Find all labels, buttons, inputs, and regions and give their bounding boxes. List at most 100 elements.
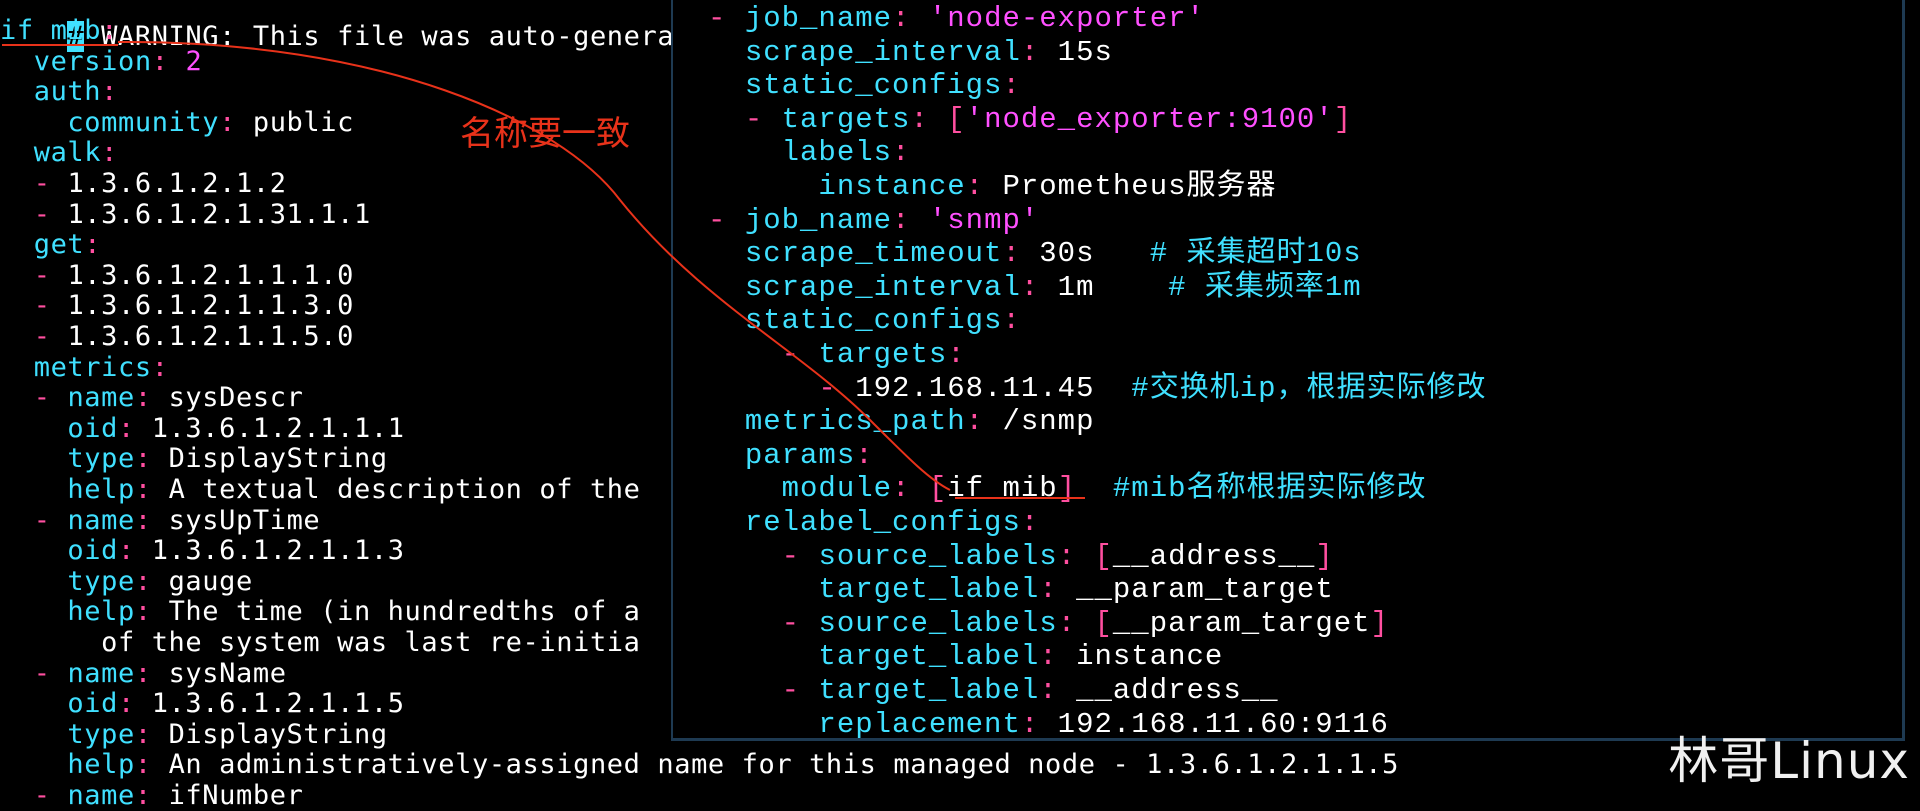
colon: : — [134, 443, 152, 475]
code-line[interactable]: relabel_configs: — [708, 506, 1039, 540]
yaml-key: target_label — [818, 674, 1040, 707]
colon: : — [892, 203, 911, 237]
yaml-value: sysName — [168, 657, 287, 689]
yaml-value: 1.3.6.1.2.1.2 — [67, 168, 287, 199]
code-line[interactable]: if_mib: — [0, 16, 118, 46]
colon: : — [134, 718, 152, 750]
code-line[interactable]: target_label: __param_target — [708, 573, 1334, 607]
colon: : — [1002, 69, 1021, 103]
code-line[interactable]: get: — [0, 230, 101, 260]
code-line[interactable]: - source_labels: [__address__] — [708, 540, 1334, 574]
code-line[interactable]: - 1.3.6.1.2.1.1.5.0 — [0, 322, 354, 352]
yaml-key: name — [67, 780, 135, 811]
yaml-key: help — [67, 474, 135, 505]
code-line[interactable]: - name: sysDescr — [0, 383, 303, 413]
code-line[interactable]: - 1.3.6.1.2.1.2 — [0, 169, 287, 199]
yaml-value: __param_target — [1112, 606, 1371, 640]
bracket-open: [ — [947, 102, 966, 136]
code-line[interactable]: type: DisplayString — [0, 718, 388, 750]
code-line[interactable]: static_configs: — [708, 69, 1021, 103]
yaml-key: version — [33, 45, 152, 77]
colon: : — [1002, 304, 1021, 338]
code-line[interactable]: - name: ifNumber — [0, 781, 303, 811]
code-line[interactable]: static_configs: — [708, 304, 1021, 338]
code-line[interactable]: - target_label: __address__ — [708, 674, 1279, 708]
right-yaml-panel[interactable]: - job_name: 'node-exporter' scrape_inter… — [671, 0, 1905, 741]
code-line[interactable]: replacement: 192.168.11.60:9116 — [708, 708, 1389, 742]
code-line[interactable]: of the system was last re-initia — [0, 628, 641, 658]
code-line[interactable]: - job_name: 'snmp' — [708, 204, 1039, 238]
code-line[interactable]: labels: — [708, 136, 910, 170]
code-line[interactable]: metrics_path: /snmp — [708, 405, 1094, 439]
code-line[interactable]: auth: — [0, 77, 118, 107]
code-line[interactable]: - 1.3.6.1.2.1.1.3.0 — [0, 291, 354, 321]
code-line[interactable]: - name: sysName — [0, 657, 287, 689]
yaml-comment: # 采集频率1m — [1094, 270, 1362, 304]
colon: : — [134, 504, 152, 536]
code-line[interactable]: metrics: — [0, 352, 169, 383]
code-line[interactable]: help: An administratively-assigned name … — [0, 750, 1399, 780]
code-line[interactable]: oid: 1.3.6.1.2.1.1.1 — [0, 413, 405, 444]
yaml-key: type — [67, 565, 135, 597]
yaml-value: ifNumber — [168, 780, 304, 811]
code-line[interactable]: type: gauge — [0, 565, 253, 597]
yaml-key: oid — [67, 688, 118, 720]
yaml-value: 1.3.6.1.2.1.1.1.0 — [67, 259, 354, 291]
list-dash: - — [744, 102, 782, 136]
code-line[interactable]: - 1.3.6.1.2.1.31.1.1 — [0, 199, 371, 230]
yaml-value: 'node_exporter:9100' — [965, 102, 1334, 136]
code-line[interactable]: scrape_interval: 1m # 采集频率1m — [708, 271, 1362, 305]
code-line[interactable]: - targets: — [708, 338, 966, 372]
colon: : — [855, 438, 874, 472]
code-line[interactable]: - source_labels: [__param_target] — [708, 607, 1389, 641]
code-line[interactable]: - targets: ['node_exporter:9100'] — [708, 103, 1352, 137]
code-line[interactable]: community: public — [0, 106, 354, 138]
code-line[interactable]: help: The time (in hundredths of a — [0, 597, 641, 627]
code-line[interactable]: scrape_timeout: 30s # 采集超时10s — [708, 237, 1362, 271]
code-line[interactable]: - 1.3.6.1.2.1.1.1.0 — [0, 259, 354, 291]
code-line[interactable]: type: DisplayString — [0, 444, 388, 474]
yaml-value: __param_target — [1076, 573, 1334, 607]
colon: : — [219, 106, 236, 138]
watermark-logo: 林哥Linux — [1668, 732, 1910, 790]
yaml-key: relabel_configs — [744, 506, 1021, 539]
code-line[interactable]: oid: 1.3.6.1.2.1.1.5 — [0, 689, 405, 719]
code-line[interactable]: params: — [708, 439, 874, 473]
colon: : — [1057, 606, 1077, 640]
yaml-value: 192.168.11.45 — [855, 371, 1095, 405]
code-line[interactable]: - job_name: 'node-exporter' — [708, 2, 1205, 36]
code-line[interactable]: help: A textual description of the — [0, 475, 641, 505]
code-line[interactable]: walk: — [0, 138, 118, 168]
yaml-value: /snmp — [1002, 405, 1095, 439]
yaml-value: 'node-exporter' — [928, 2, 1205, 35]
code-line[interactable]: scrape_interval: 15s — [708, 36, 1113, 70]
colon: : — [134, 382, 152, 414]
yaml-value: 192.168.11.60:9116 — [1057, 707, 1389, 741]
colon: : — [1039, 573, 1058, 607]
code-line[interactable]: - name: sysUpTime — [0, 504, 320, 536]
yaml-value: of the system was last re-initia — [101, 627, 641, 658]
code-line[interactable]: target_label: instance — [708, 640, 1223, 674]
code-line[interactable]: oid: 1.3.6.1.2.1.1.3 — [0, 536, 405, 566]
yaml-value: 15s — [1057, 35, 1113, 69]
code-line[interactable]: version: 2 — [0, 45, 202, 77]
colon: : — [1020, 35, 1040, 69]
yaml-key: scrape_interval — [744, 35, 1021, 69]
code-line[interactable]: module: [if_mib] #mib名称根据实际修改 — [708, 472, 1427, 506]
bracket-close: ] — [1315, 539, 1334, 573]
code-line[interactable]: instance: Prometheus服务器 — [708, 170, 1277, 204]
code-line[interactable]: - 192.168.11.45 #交换机ip，根据实际修改 — [708, 372, 1487, 406]
